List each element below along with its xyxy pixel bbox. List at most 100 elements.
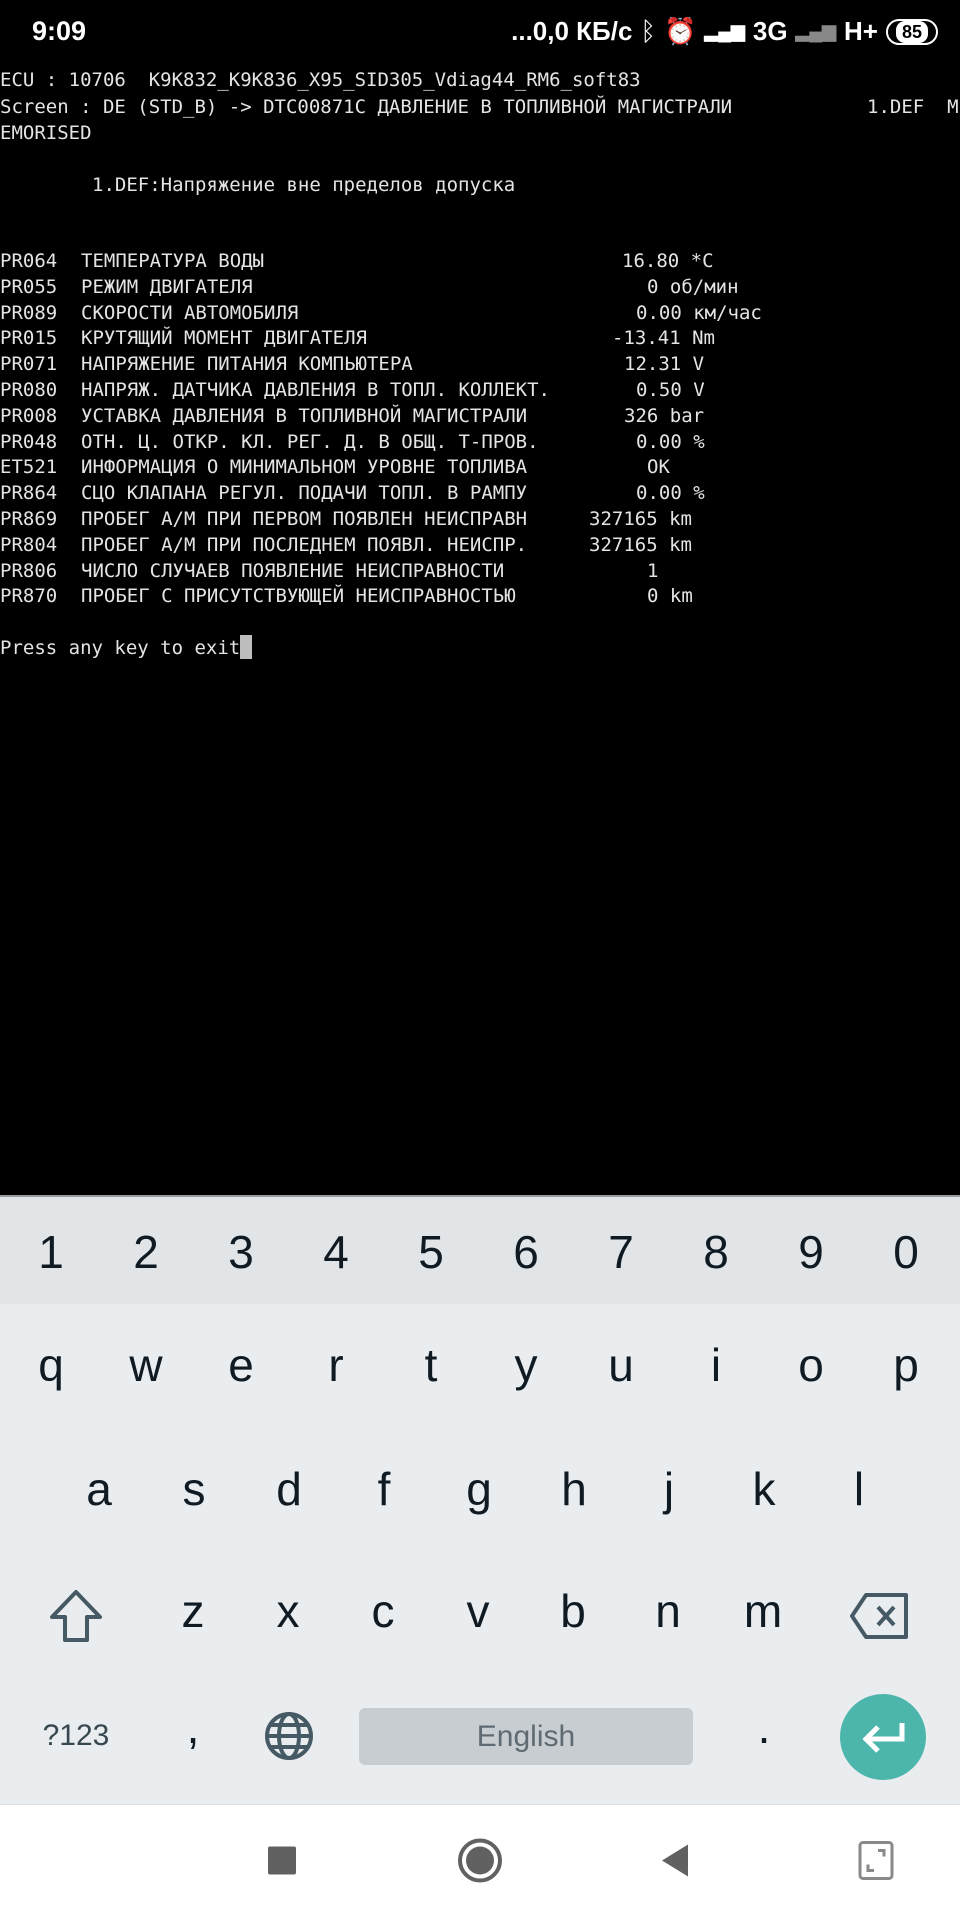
param-code: PR071 — [0, 353, 58, 376]
key-5[interactable]: 5 — [391, 1217, 471, 1287]
param-value: 1 — [647, 559, 659, 582]
space-key[interactable]: English — [359, 1708, 693, 1765]
backspace-key[interactable] — [840, 1581, 920, 1651]
param-code: PR008 — [0, 404, 58, 427]
key-g[interactable]: g — [439, 1454, 519, 1524]
square-icon — [268, 1846, 296, 1875]
globe-icon — [265, 1712, 313, 1760]
key-h[interactable]: h — [534, 1454, 614, 1524]
key-v[interactable]: v — [438, 1576, 518, 1646]
param-label: ТЕМПЕРАТУРА ВОДЫ — [81, 250, 265, 272]
rotate-icon — [858, 1841, 894, 1880]
key-j[interactable]: j — [629, 1454, 709, 1524]
back-button[interactable] — [660, 1843, 690, 1884]
param-value: -13.41 Nm — [612, 327, 715, 350]
param-value: 0 km — [647, 585, 693, 608]
screen-line: Screen : DE (STD_B) -> DTC00871C ДАВЛЕНИ… — [0, 96, 733, 118]
key-o[interactable]: o — [771, 1330, 851, 1400]
param-label: ОТН. Ц. ОТКР. КЛ. РЕГ. Д. В ОБЩ. Т-ПРОВ. — [81, 430, 539, 453]
key-2[interactable]: 2 — [106, 1217, 186, 1287]
key-u[interactable]: u — [581, 1330, 661, 1400]
key-4[interactable]: 4 — [296, 1217, 376, 1287]
screen-line-tail: 1.DEF M — [867, 96, 959, 118]
key-k[interactable]: k — [724, 1454, 804, 1524]
param-label: ЧИСЛО СЛУЧАЕВ ПОЯВЛЕНИЕ НЕИСПРАВНОСТИ — [81, 559, 505, 582]
home-button[interactable] — [457, 1838, 503, 1889]
param-value: 0.50 V — [636, 379, 705, 401]
param-code: PR015 — [0, 327, 58, 350]
rotate-button[interactable] — [858, 1841, 894, 1886]
key-t[interactable]: t — [391, 1330, 471, 1400]
key-q[interactable]: q — [11, 1330, 91, 1400]
key-n[interactable]: n — [628, 1576, 708, 1646]
param-label: КРУТЯЩИЙ МОМЕНТ ДВИГАТЕЛЯ — [81, 327, 367, 350]
key-e[interactable]: e — [201, 1330, 281, 1400]
param-label: РЕЖИМ ДВИГАТЕЛЯ — [81, 275, 253, 298]
param-value: 0 об/мин — [647, 275, 739, 298]
key-l[interactable]: l — [819, 1454, 899, 1524]
recents-button[interactable] — [267, 1846, 297, 1881]
terminal-output[interactable]: ECU : 10706 K9K832_K9K836_X95_SID305_Vdi… — [0, 0, 960, 1195]
param-label: УСТАВКА ДАВЛЕНИЯ В ТОПЛИВНОЙ МАГИСТРАЛИ — [81, 404, 528, 427]
key-7[interactable]: 7 — [581, 1217, 661, 1287]
symbols-key[interactable]: ?123 — [36, 1701, 116, 1771]
param-value: 0.00 % — [636, 430, 705, 453]
key-0[interactable]: 0 — [866, 1217, 946, 1287]
key-8[interactable]: 8 — [676, 1217, 756, 1287]
key-d[interactable]: d — [249, 1454, 329, 1524]
backspace-icon — [850, 1593, 908, 1639]
param-code: PR806 — [0, 559, 58, 582]
param-value: 0.00 % — [636, 482, 705, 505]
def-line: 1.DEF:Напряжение вне пределов допуска — [92, 174, 516, 196]
param-value: 327165 km — [589, 508, 692, 530]
param-code: PR048 — [0, 430, 58, 453]
param-code: PR089 — [0, 301, 58, 324]
ecu-line: ECU : 10706 K9K832_K9K836_X95_SID305_Vdi… — [0, 69, 641, 91]
comma-key[interactable]: , — [153, 1692, 233, 1762]
key-9[interactable]: 9 — [771, 1217, 851, 1287]
key-w[interactable]: w — [106, 1330, 186, 1400]
param-code: PR864 — [0, 482, 58, 505]
key-r[interactable]: r — [296, 1330, 376, 1400]
key-b[interactable]: b — [533, 1576, 613, 1646]
globe-key[interactable] — [249, 1701, 329, 1771]
param-value: 0.00 км/час — [636, 301, 762, 324]
enter-icon — [862, 1723, 905, 1753]
key-p[interactable]: p — [866, 1330, 946, 1400]
param-code: PR064 — [0, 250, 58, 272]
param-label: ПРОБЕГ А/М ПРИ ПЕРВОМ ПОЯВЛЕН НЕИСПРАВН — [81, 508, 528, 530]
period-key[interactable]: . — [724, 1692, 804, 1762]
param-code: PR804 — [0, 533, 58, 556]
key-a[interactable]: a — [59, 1454, 139, 1524]
param-label: СКОРОСТИ АВТОМОБИЛЯ — [81, 301, 299, 324]
text-cursor — [240, 635, 253, 659]
key-f[interactable]: f — [344, 1454, 424, 1524]
key-x[interactable]: x — [248, 1576, 328, 1646]
shift-key[interactable] — [36, 1581, 116, 1651]
enter-key[interactable] — [840, 1694, 926, 1780]
exit-prompt: Press any key to exit — [0, 635, 253, 661]
key-s[interactable]: s — [154, 1454, 234, 1524]
param-value: 326 bar — [624, 404, 705, 427]
param-code: PR080 — [0, 379, 58, 401]
key-i[interactable]: i — [676, 1330, 756, 1400]
key-3[interactable]: 3 — [201, 1217, 281, 1287]
key-c[interactable]: c — [343, 1576, 423, 1646]
screen-line-wrap: EMORISED — [0, 122, 92, 144]
param-label: ИНФОРМАЦИЯ О МИНИМАЛЬНОМ УРОВНЕ ТОПЛИВА — [81, 456, 528, 479]
key-m[interactable]: m — [723, 1576, 803, 1646]
param-label: ПРОБЕГ С ПРИСУТСТВУЮЩЕЙ НЕИСПРАВНОСТЬЮ — [81, 585, 516, 608]
param-value: 12.31 V — [624, 353, 705, 376]
triangle-back-icon — [662, 1844, 688, 1877]
key-z[interactable]: z — [153, 1576, 233, 1646]
key-y[interactable]: y — [486, 1330, 566, 1400]
shift-icon — [50, 1590, 102, 1642]
param-code: PR055 — [0, 275, 58, 298]
param-label: ПРОБЕГ А/М ПРИ ПОСЛЕДНЕМ ПОЯВЛ. НЕИСПР. — [81, 533, 528, 556]
navigation-bar — [0, 1804, 960, 1921]
param-value: 16.80 *C — [622, 250, 714, 272]
key-1[interactable]: 1 — [11, 1217, 91, 1287]
param-code: PR870 — [0, 585, 58, 608]
param-code: PR869 — [0, 508, 58, 530]
key-6[interactable]: 6 — [486, 1217, 566, 1287]
